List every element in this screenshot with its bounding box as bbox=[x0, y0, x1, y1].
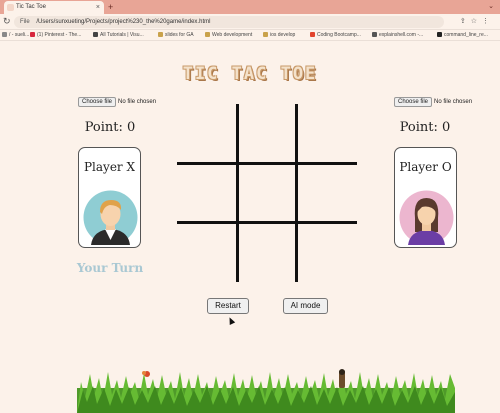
choose-file-button[interactable]: Choose file bbox=[78, 97, 117, 107]
tab-close-icon[interactable]: × bbox=[96, 1, 100, 14]
bookmark-icon bbox=[2, 32, 7, 38]
browser-tab-bar: Tic Tac Toe × + ⌄ bbox=[0, 0, 500, 14]
bookmark-star-icon[interactable]: ☆ bbox=[471, 18, 482, 25]
game-page: TIC TAC TOE Choose file No file chosen Ch… bbox=[0, 42, 500, 413]
github-icon bbox=[437, 32, 442, 38]
menu-icon[interactable]: ⋮ bbox=[482, 18, 494, 25]
board-cell-5[interactable] bbox=[238, 164, 296, 222]
grid-line-horizontal-1 bbox=[177, 162, 357, 165]
bookmark-label: Coding Bootcamp... bbox=[317, 32, 361, 38]
player-x-points: Point: 0 bbox=[84, 120, 136, 135]
bookmark-label: / - sueli... bbox=[9, 32, 30, 38]
url-text: /Users/sunxueting/Projects/project%230_t… bbox=[36, 19, 211, 25]
turn-indicator: Your Turn bbox=[76, 261, 144, 275]
bookmarks-bar: / - sueli... (1) Pinterest - The... All … bbox=[0, 30, 500, 41]
bookmark-label: ios develop bbox=[270, 32, 296, 38]
bookmark-label: explainshell.com -... bbox=[379, 32, 424, 38]
player-o-card: Player O bbox=[394, 147, 457, 248]
board-cell-7[interactable] bbox=[177, 224, 235, 282]
board-cell-8[interactable] bbox=[238, 224, 296, 282]
board-cell-9[interactable] bbox=[299, 224, 357, 282]
url-scheme-label: File bbox=[20, 19, 30, 25]
bookmark-item[interactable]: ios develop bbox=[263, 30, 296, 40]
folder-icon bbox=[263, 32, 268, 38]
tab-title: Tic Tac Toe bbox=[16, 4, 46, 10]
pinterest-icon bbox=[30, 32, 35, 38]
url-field[interactable]: File /Users/sunxueting/Projects/project%… bbox=[14, 16, 444, 28]
reload-icon[interactable]: ↻ bbox=[3, 16, 11, 27]
bookmark-label: (1) Pinterest - The... bbox=[37, 32, 82, 38]
player-o-file-input[interactable]: Choose file No file chosen bbox=[394, 97, 472, 107]
bookmark-item[interactable]: (1) Pinterest - The... bbox=[30, 30, 82, 40]
bookmark-label: All Tutorials | Visu... bbox=[100, 32, 144, 38]
restart-button[interactable]: Restart bbox=[207, 298, 249, 314]
woman-avatar-icon bbox=[399, 190, 454, 245]
mouse-cursor-icon bbox=[226, 316, 236, 325]
address-bar-actions: ⇪☆⋮ bbox=[460, 17, 494, 25]
page-title: TIC TAC TOE bbox=[182, 64, 318, 84]
folder-icon bbox=[158, 32, 163, 38]
file-status: No file chosen bbox=[118, 99, 157, 105]
board-cell-6[interactable] bbox=[299, 164, 357, 222]
address-bar: ↻ File /Users/sunxueting/Projects/projec… bbox=[0, 14, 500, 30]
bookmark-item[interactable]: All Tutorials | Visu... bbox=[93, 30, 144, 40]
bookmark-icon bbox=[310, 32, 315, 38]
player-o-name: Player O bbox=[399, 160, 452, 174]
browser-tab[interactable]: Tic Tac Toe × bbox=[4, 1, 104, 14]
bookmark-item[interactable]: / - sueli... bbox=[2, 30, 30, 40]
file-status: No file chosen bbox=[434, 99, 473, 105]
tab-favicon-icon bbox=[7, 4, 14, 11]
bookmark-icon bbox=[372, 32, 377, 38]
bookmark-label: Web development bbox=[212, 32, 253, 38]
bookmark-item[interactable]: explainshell.com -... bbox=[372, 30, 424, 40]
new-tab-button[interactable]: + bbox=[108, 0, 113, 14]
bookmark-label: command_line_re... bbox=[444, 32, 488, 38]
board-cell-2[interactable] bbox=[238, 104, 296, 162]
grid-line-vertical-2 bbox=[295, 104, 298, 282]
bookmark-item[interactable]: command_line_re... bbox=[437, 30, 488, 40]
bookmark-item[interactable]: Coding Bootcamp... bbox=[310, 30, 361, 40]
board-cell-4[interactable] bbox=[177, 164, 235, 222]
folder-icon bbox=[205, 32, 210, 38]
choose-file-button[interactable]: Choose file bbox=[394, 97, 433, 107]
bookmark-item[interactable]: slides for GA bbox=[158, 30, 194, 40]
ai-mode-button[interactable]: AI mode bbox=[283, 298, 328, 314]
tab-list-icon[interactable]: ⌄ bbox=[488, 2, 494, 10]
bookmark-item[interactable]: Web development bbox=[205, 30, 253, 40]
game-board bbox=[177, 104, 357, 282]
player-x-name: Player X bbox=[83, 160, 136, 174]
player-o-points: Point: 0 bbox=[399, 120, 451, 135]
board-cell-3[interactable] bbox=[299, 104, 357, 162]
player-x-card: Player X bbox=[78, 147, 141, 248]
bookmark-icon bbox=[93, 32, 98, 38]
grid-line-horizontal-2 bbox=[177, 221, 357, 224]
player-x-file-input[interactable]: Choose file No file chosen bbox=[78, 97, 156, 107]
grid-line-vertical-1 bbox=[236, 104, 239, 282]
board-cell-1[interactable] bbox=[177, 104, 235, 162]
bookmark-label: slides for GA bbox=[165, 32, 194, 38]
man-avatar-icon bbox=[83, 190, 138, 245]
share-icon[interactable]: ⇪ bbox=[460, 18, 471, 25]
grass-decoration bbox=[77, 369, 455, 413]
